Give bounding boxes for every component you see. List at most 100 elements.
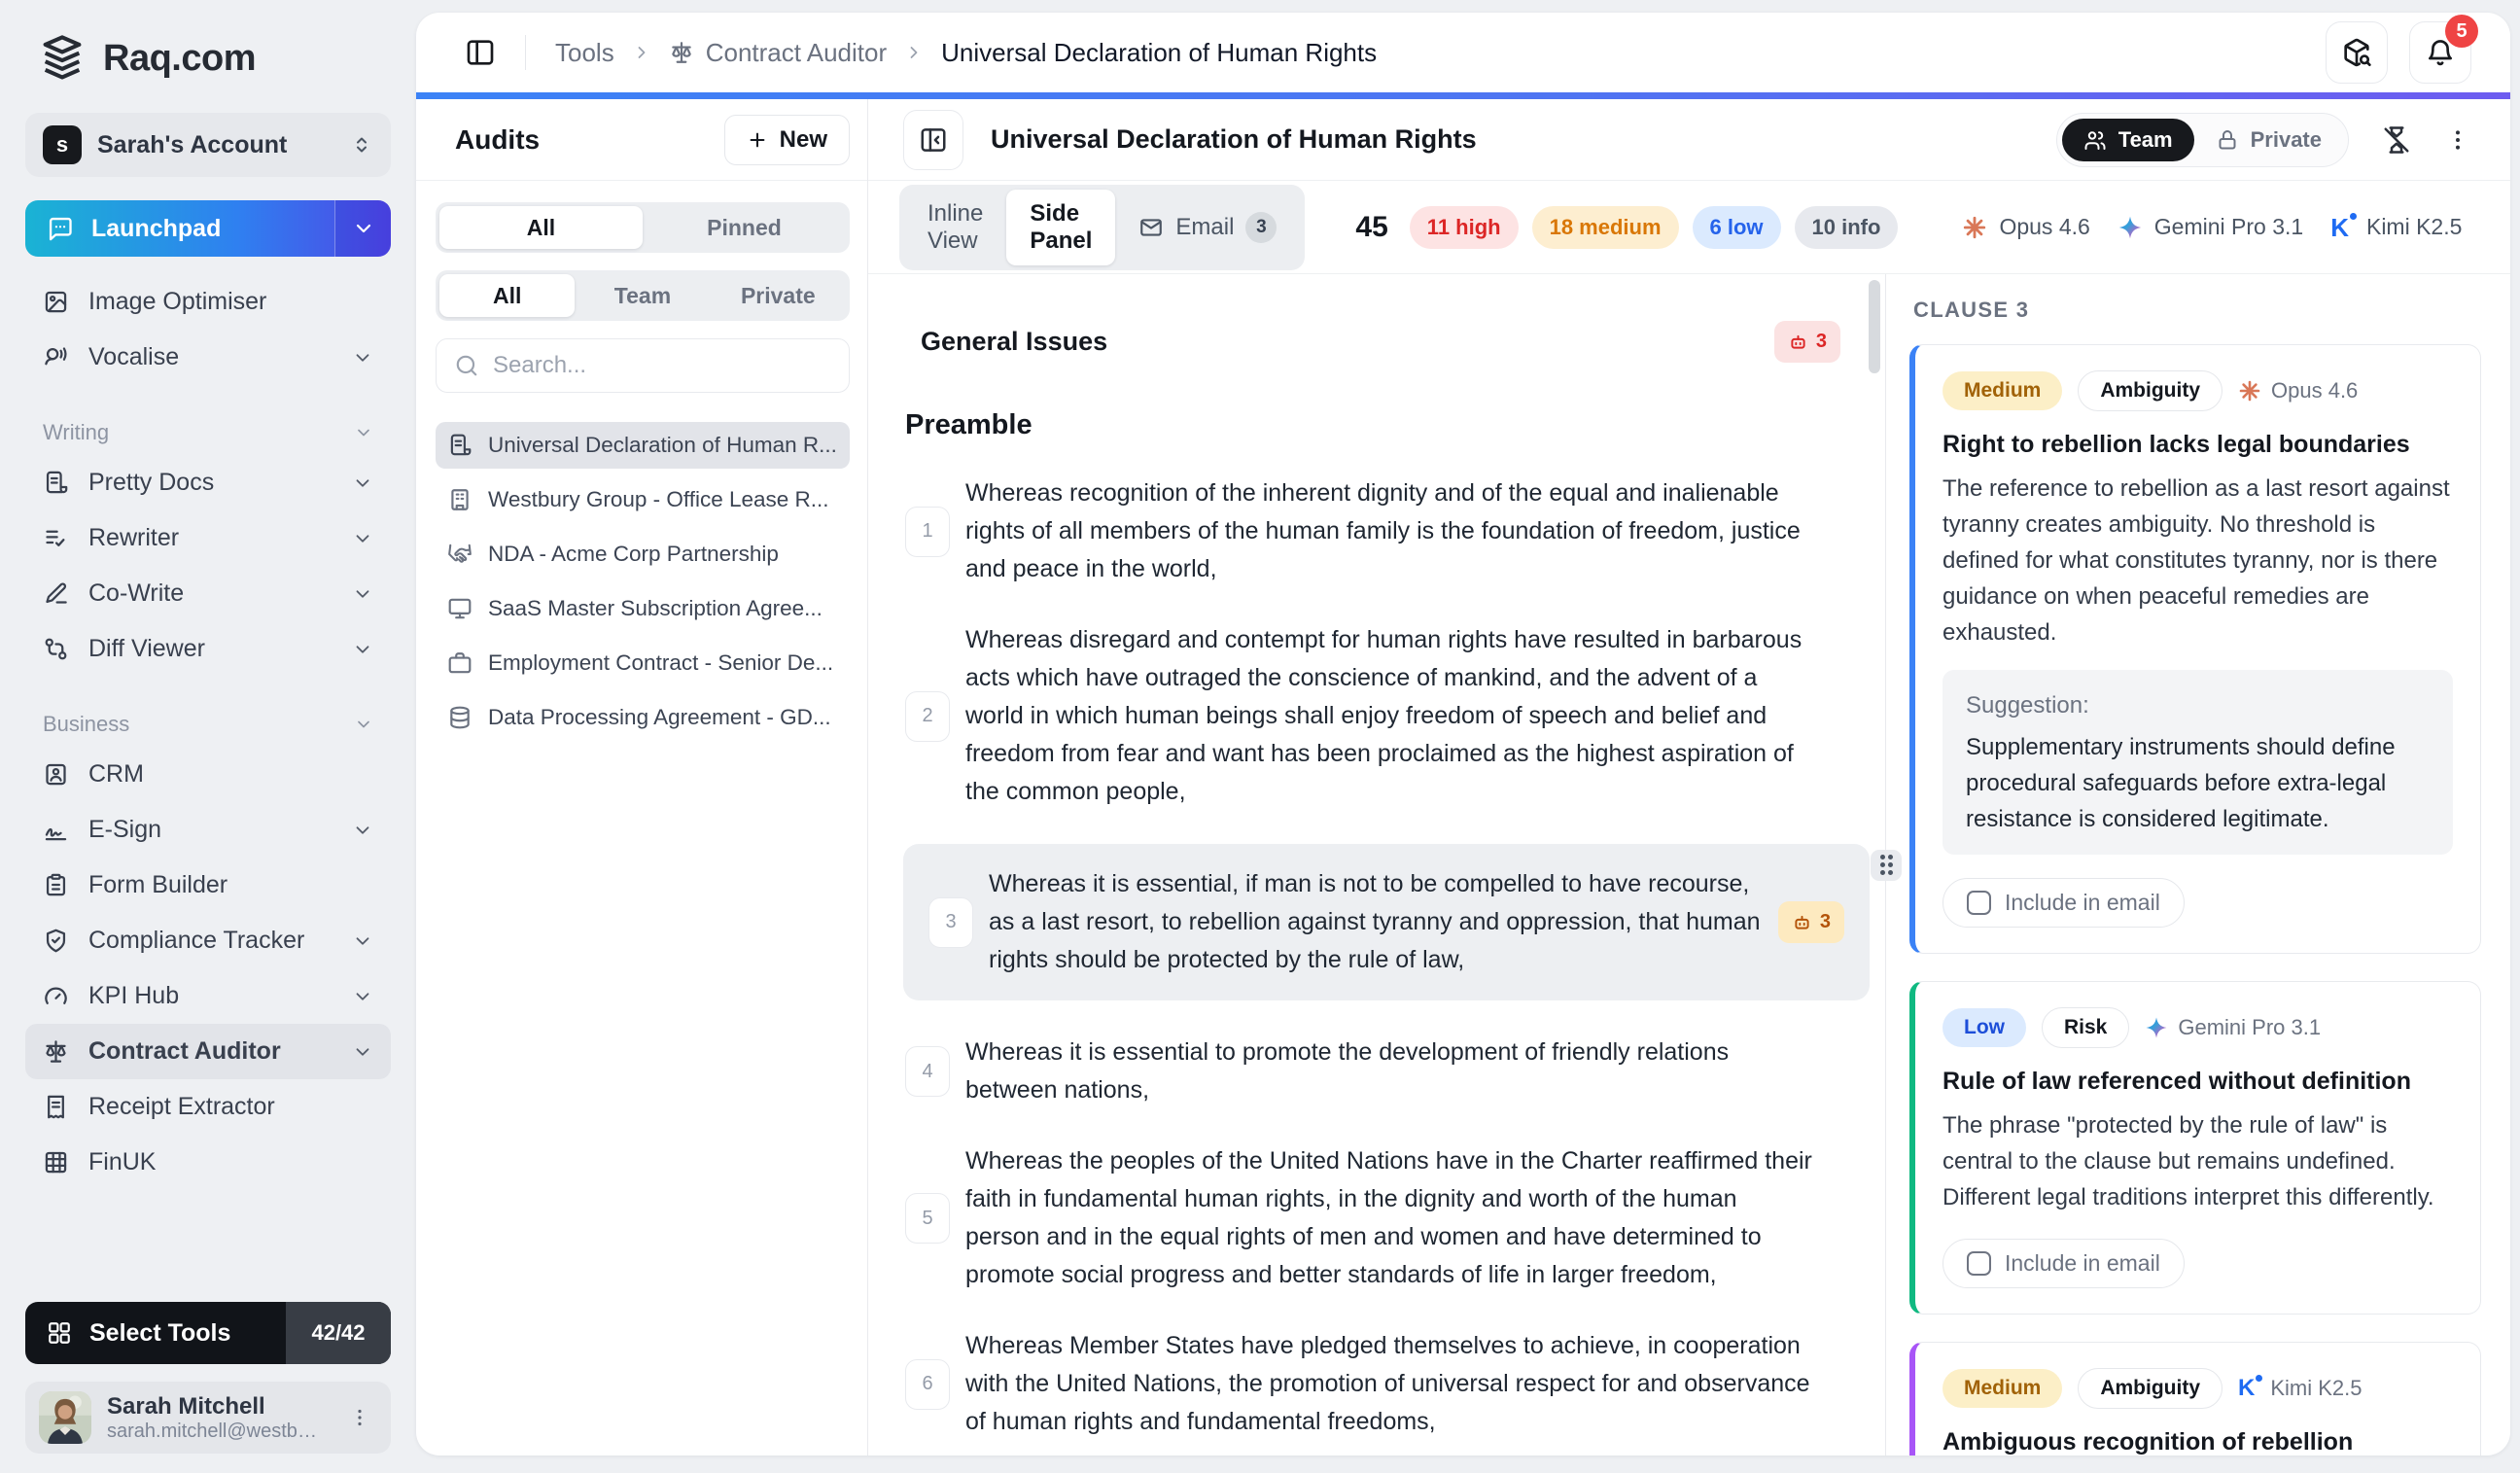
sidebar-item-diff-viewer[interactable]: Diff Viewer [25, 621, 391, 677]
info-findings-badge[interactable]: 10 info [1795, 206, 1899, 249]
sidebar-item-pretty-docs[interactable]: Pretty Docs [25, 455, 391, 510]
include-in-email-toggle[interactable]: Include in email [1942, 1239, 2185, 1288]
include-in-email-toggle[interactable]: Include in email [1942, 878, 2185, 928]
scroll-text-icon [43, 470, 69, 496]
top-header: Tools Contract Auditor Universal Declara… [416, 13, 2510, 92]
tab-pinned[interactable]: Pinned [643, 206, 846, 249]
finding-card-rebellion-boundaries[interactable]: Medium Ambiguity Opus 4.6 Right to rebel… [1909, 344, 2481, 954]
scope-filter: All Team Private [436, 270, 850, 321]
category-badge: Risk [2042, 1007, 2129, 1048]
low-findings-badge[interactable]: 6 low [1693, 206, 1781, 249]
panel-left-toggle-icon[interactable] [465, 37, 496, 68]
sidebar-section-writing[interactable]: Writing [25, 410, 391, 455]
handshake-icon [447, 542, 472, 567]
sidebar-item-e-sign[interactable]: E-Sign [25, 802, 391, 858]
visibility-team-option[interactable]: Team [2062, 119, 2194, 161]
search-input[interactable] [493, 352, 831, 379]
sidebar-item-vocalise[interactable]: Vocalise [25, 330, 391, 385]
vertical-scrollbar[interactable] [1869, 280, 1880, 373]
clipboard-list-icon [43, 872, 69, 898]
brand-logo[interactable]: Raq.com [25, 33, 391, 84]
breadcrumb-current: Universal Declaration of Human Rights [941, 38, 1377, 68]
user-name: Sarah Mitchell [107, 1393, 327, 1420]
scope-all[interactable]: All [439, 274, 575, 317]
account-switcher[interactable]: s Sarah's Account [25, 113, 391, 177]
sidebar-item-label: Rewriter [88, 524, 179, 552]
tab-all[interactable]: All [439, 206, 643, 249]
email-count-badge: 3 [1245, 212, 1277, 243]
sidebar-item-compliance-tracker[interactable]: Compliance Tracker [25, 913, 391, 968]
tab-side-panel[interactable]: Side Panel [1006, 190, 1115, 265]
sidebar-item-crm[interactable]: CRM [25, 747, 391, 802]
list-item-saas-agreement[interactable]: SaaS Master Subscription Agree... [436, 585, 850, 632]
medium-findings-badge[interactable]: 18 medium [1532, 206, 1679, 249]
total-findings-count: 45 [1355, 211, 1387, 244]
severity-badge: Medium [1942, 371, 2062, 410]
signature-icon [43, 817, 69, 843]
kimi-icon: K [2330, 215, 2349, 240]
package-search-button[interactable] [2326, 21, 2388, 84]
user-profile[interactable]: Sarah Mitchell sarah.mitchell@westbur... [25, 1382, 391, 1454]
notifications-button[interactable]: 5 [2409, 21, 2471, 84]
scroll-text-icon [447, 433, 472, 458]
clause-findings-badge[interactable]: 3 [1778, 901, 1844, 943]
sidebar-item-label: Pretty Docs [88, 469, 214, 497]
list-check-icon [43, 525, 69, 551]
model-chip-gemini[interactable]: Gemini Pro 3.1 [2118, 214, 2303, 240]
notification-count-badge: 5 [2445, 15, 2478, 48]
launchpad-expand-button[interactable] [334, 200, 391, 257]
list-item-dpa-gdpr[interactable]: Data Processing Agreement - GD... [436, 694, 850, 741]
visibility-private-option[interactable]: Private [2194, 119, 2343, 161]
panel-resize-handle[interactable] [1871, 850, 1902, 881]
general-issues-count-badge[interactable]: 3 [1774, 321, 1840, 363]
sidebar-item-form-builder[interactable]: Form Builder [25, 858, 391, 913]
contact-icon [43, 761, 69, 788]
sidebar-item-contract-auditor[interactable]: Contract Auditor [25, 1024, 391, 1079]
sidebar-item-co-write[interactable]: Co-Write [25, 566, 391, 621]
breadcrumb-tools[interactable]: Tools [555, 38, 614, 68]
list-item-employment-contract[interactable]: Employment Contract - Senior De... [436, 640, 850, 686]
high-findings-badge[interactable]: 11 high [1410, 206, 1519, 249]
clause-3-highlighted[interactable]: 3 Whereas it is essential, if man is not… [903, 844, 1870, 1000]
clause-1[interactable]: 1 Whereas recognition of the inherent di… [905, 474, 1840, 588]
sidebar-item-kpi-hub[interactable]: KPI Hub [25, 968, 391, 1024]
launchpad-button[interactable]: Launchpad [25, 200, 391, 257]
model-chip-kimi[interactable]: K Kimi K2.5 [2330, 214, 2462, 240]
sidebar-item-receipt-extractor[interactable]: Receipt Extractor [25, 1079, 391, 1135]
list-item-udhr[interactable]: Universal Declaration of Human R... [436, 422, 850, 469]
chevrons-up-down-icon [350, 133, 373, 157]
new-audit-button[interactable]: New [724, 115, 850, 165]
list-item-westbury-lease[interactable]: Westbury Group - Office Lease R... [436, 476, 850, 523]
table-icon [43, 1149, 69, 1175]
clause-2[interactable]: 2 Whereas disregard and contempt for hum… [905, 621, 1840, 811]
finding-card-ambiguous-recognition[interactable]: Medium Ambiguity K Kimi K2.5 Ambiguous r… [1909, 1342, 2481, 1455]
list-item-label: SaaS Master Subscription Agree... [488, 596, 822, 621]
breadcrumb-contract-auditor[interactable]: Contract Auditor [669, 38, 887, 68]
clause-5[interactable]: 5 Whereas the peoples of the United Nati… [905, 1142, 1840, 1294]
sidebar-item-finuk[interactable]: FinUK [25, 1135, 391, 1190]
select-tools-button[interactable]: Select Tools 42/42 [25, 1302, 391, 1364]
sidebar-item-image-optimiser[interactable]: Image Optimiser [25, 274, 391, 330]
more-vertical-icon[interactable] [342, 1400, 377, 1435]
clause-6[interactable]: 6 Whereas Member States have pledged the… [905, 1327, 1840, 1441]
list-item-nda-acme[interactable]: NDA - Acme Corp Partnership [436, 531, 850, 578]
clause-4[interactable]: 4 Whereas it is essential to promote the… [905, 1034, 1840, 1109]
model-chip-opus[interactable]: Opus 4.6 [1962, 214, 2089, 240]
collapse-panel-button[interactable] [903, 110, 963, 170]
hourglass-off-icon[interactable] [2382, 125, 2411, 155]
scope-private[interactable]: Private [711, 274, 846, 317]
scope-team[interactable]: Team [575, 274, 710, 317]
clause-text: Whereas recognition of the inherent dign… [965, 474, 1813, 588]
tab-inline-view[interactable]: Inline View [904, 190, 1006, 265]
gauge-icon [43, 983, 69, 1009]
suggestion-text: Supplementary instruments should define … [1966, 729, 2430, 837]
more-vertical-icon[interactable] [2444, 126, 2471, 154]
gemini-icon [2145, 1016, 2168, 1039]
audits-panel: Audits New All Pinned All Team Private [416, 99, 868, 1455]
tab-email[interactable]: Email 3 [1115, 201, 1300, 254]
finding-card-rule-of-law[interactable]: Low Risk Gemini Pro 3.1 Rule of law refe… [1909, 981, 2481, 1315]
search-icon [454, 353, 479, 378]
sidebar-item-rewriter[interactable]: Rewriter [25, 510, 391, 566]
plus-icon [747, 129, 768, 151]
sidebar-section-business[interactable]: Business [25, 702, 391, 747]
